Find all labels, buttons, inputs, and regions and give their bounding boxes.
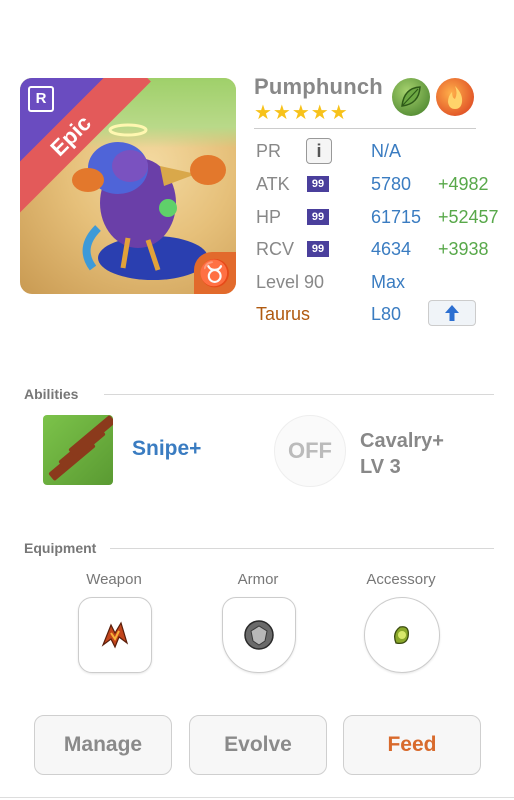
accessory-slot[interactable] xyxy=(364,597,440,673)
accessory-label: Accessory xyxy=(366,571,436,588)
atk-label: ATK xyxy=(256,174,290,194)
snipe-ability-icon[interactable] xyxy=(43,415,113,485)
weapon-icon xyxy=(101,621,129,649)
rarity-r-badge: R xyxy=(28,86,54,112)
evolve-button[interactable]: Evolve xyxy=(189,715,327,775)
hp-value: 61715 xyxy=(371,207,422,227)
secondary-ability-level: LV 3 xyxy=(360,456,401,478)
armor-slot[interactable] xyxy=(222,597,296,673)
hp-bonus: +52457 xyxy=(438,207,499,227)
info-icon[interactable]: i xyxy=(306,138,332,164)
armor-label: Armor xyxy=(237,571,279,588)
weapon-slot[interactable] xyxy=(78,597,152,673)
pr-label: PR xyxy=(256,141,282,161)
star-rating: ★★★★★ xyxy=(254,102,349,124)
equipment-divider xyxy=(110,548,494,549)
fire-icon xyxy=(436,78,474,116)
up-arrow-icon xyxy=(445,305,459,321)
secondary-ability-off-badge[interactable]: OFF xyxy=(274,415,346,487)
upgrade-sign-button[interactable] xyxy=(428,300,476,326)
bottom-divider xyxy=(0,797,514,798)
abilities-divider xyxy=(104,394,494,395)
monster-portrait[interactable]: R Epic ♉ xyxy=(20,78,236,294)
rcv-label: RCV xyxy=(256,239,295,259)
name-divider xyxy=(254,128,476,129)
pr-value: N/A xyxy=(371,141,402,161)
taurus-sign-icon: ♉ xyxy=(194,252,236,294)
hp-level-badge: 99 xyxy=(307,209,329,225)
feed-button[interactable]: Feed xyxy=(343,715,481,775)
monster-name: Pumphunch xyxy=(254,74,383,99)
weapon-label: Weapon xyxy=(86,571,142,588)
level-label: Level 90 xyxy=(256,272,325,292)
rcv-level-badge: 99 xyxy=(307,241,329,257)
secondary-ability-name: Cavalry+ xyxy=(360,430,444,452)
atk-bonus: +4982 xyxy=(438,174,489,194)
level-value: Max xyxy=(371,272,406,292)
leaf-icon xyxy=(392,78,430,116)
primary-ability-name[interactable]: Snipe+ xyxy=(132,437,201,461)
manage-button[interactable]: Manage xyxy=(34,715,172,775)
rcv-bonus: +3938 xyxy=(438,239,489,259)
secondary-ability[interactable]: Cavalry+ LV 3 xyxy=(360,428,444,480)
sign-level-value: L80 xyxy=(371,304,402,324)
sign-label: Taurus xyxy=(256,304,311,324)
rcv-value: 4634 xyxy=(371,239,412,259)
atk-level-badge: 99 xyxy=(307,176,329,192)
equipment-title: Equipment xyxy=(24,540,97,556)
accessory-icon xyxy=(394,626,409,645)
armor-icon xyxy=(244,620,274,650)
hp-label: HP xyxy=(256,207,282,227)
atk-value: 5780 xyxy=(371,174,412,194)
abilities-title: Abilities xyxy=(24,386,79,402)
